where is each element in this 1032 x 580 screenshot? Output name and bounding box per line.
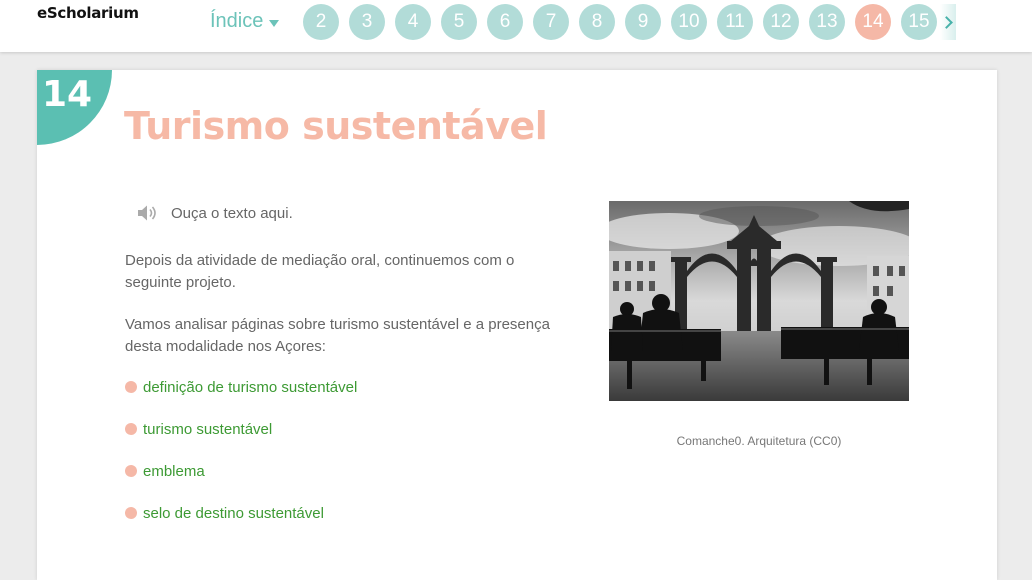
page-title: Turismo sustentável (124, 104, 548, 148)
page-button-4[interactable]: 4 (395, 4, 431, 40)
city-gates-photo (609, 201, 909, 401)
bullet-dot-icon (125, 381, 137, 393)
page-button-11[interactable]: 11 (717, 4, 753, 40)
speaker-icon (138, 205, 156, 221)
page-button-5[interactable]: 5 (441, 4, 477, 40)
index-label: Índice (210, 10, 264, 32)
link-emblema[interactable]: emblema (143, 463, 205, 480)
list-item: definição de turismo sustentável (125, 376, 357, 398)
page-button-6[interactable]: 6 (487, 4, 523, 40)
intro-paragraph: Depois da atividade de mediação oral, co… (125, 252, 515, 291)
page-button-7[interactable]: 7 (533, 4, 569, 40)
list-item: emblema (125, 460, 357, 482)
bullet-dot-icon (125, 465, 137, 477)
app-logo: eScholarium (37, 4, 139, 22)
top-bar: eScholarium Índice 2 3 4 5 6 7 8 9 10 11… (0, 0, 1032, 52)
resource-link-list: definição de turismo sustentável turismo… (125, 376, 357, 544)
caret-down-icon (269, 19, 280, 27)
photo-caption: Comanche0. Arquitetura (CC0) (676, 434, 842, 448)
page-button-13[interactable]: 13 (809, 4, 845, 40)
photo-illustration (609, 201, 909, 401)
page-button-3[interactable]: 3 (349, 4, 385, 40)
page-button-15[interactable]: 15 (901, 4, 937, 40)
audio-label: Ouça o texto aqui. (171, 204, 293, 222)
index-dropdown[interactable]: Índice (210, 10, 280, 33)
link-turismo-sustentavel[interactable]: turismo sustentável (143, 421, 272, 438)
chevron-right-icon (940, 15, 953, 29)
page-button-14-active[interactable]: 14 (855, 4, 891, 40)
page-button-9[interactable]: 9 (625, 4, 661, 40)
page-button-2[interactable]: 2 (303, 4, 339, 40)
list-item: selo de destino sustentável (125, 502, 357, 524)
content-card: 14 Turismo sustentável Ouça o texto aqui… (37, 70, 997, 580)
page-button-12[interactable]: 12 (763, 4, 799, 40)
link-selo-destino[interactable]: selo de destino sustentável (143, 505, 324, 522)
bullet-dot-icon (125, 507, 137, 519)
audio-player-link[interactable]: Ouça o texto aqui. (137, 204, 293, 222)
bullet-dot-icon (125, 423, 137, 435)
section-badge: 14 (37, 70, 112, 145)
page-button-8[interactable]: 8 (579, 4, 615, 40)
analysis-paragraph: Vamos analisar páginas sobre turismo sus… (125, 316, 550, 355)
page-button-10[interactable]: 10 (671, 4, 707, 40)
page-navigation: 2 3 4 5 6 7 8 9 10 11 12 13 14 15 (303, 4, 937, 40)
link-definicao-turismo[interactable]: definição de turismo sustentável (143, 379, 357, 396)
section-number: 14 (42, 74, 93, 115)
list-item: turismo sustentável (125, 418, 357, 440)
next-pages-button[interactable] (940, 4, 956, 40)
